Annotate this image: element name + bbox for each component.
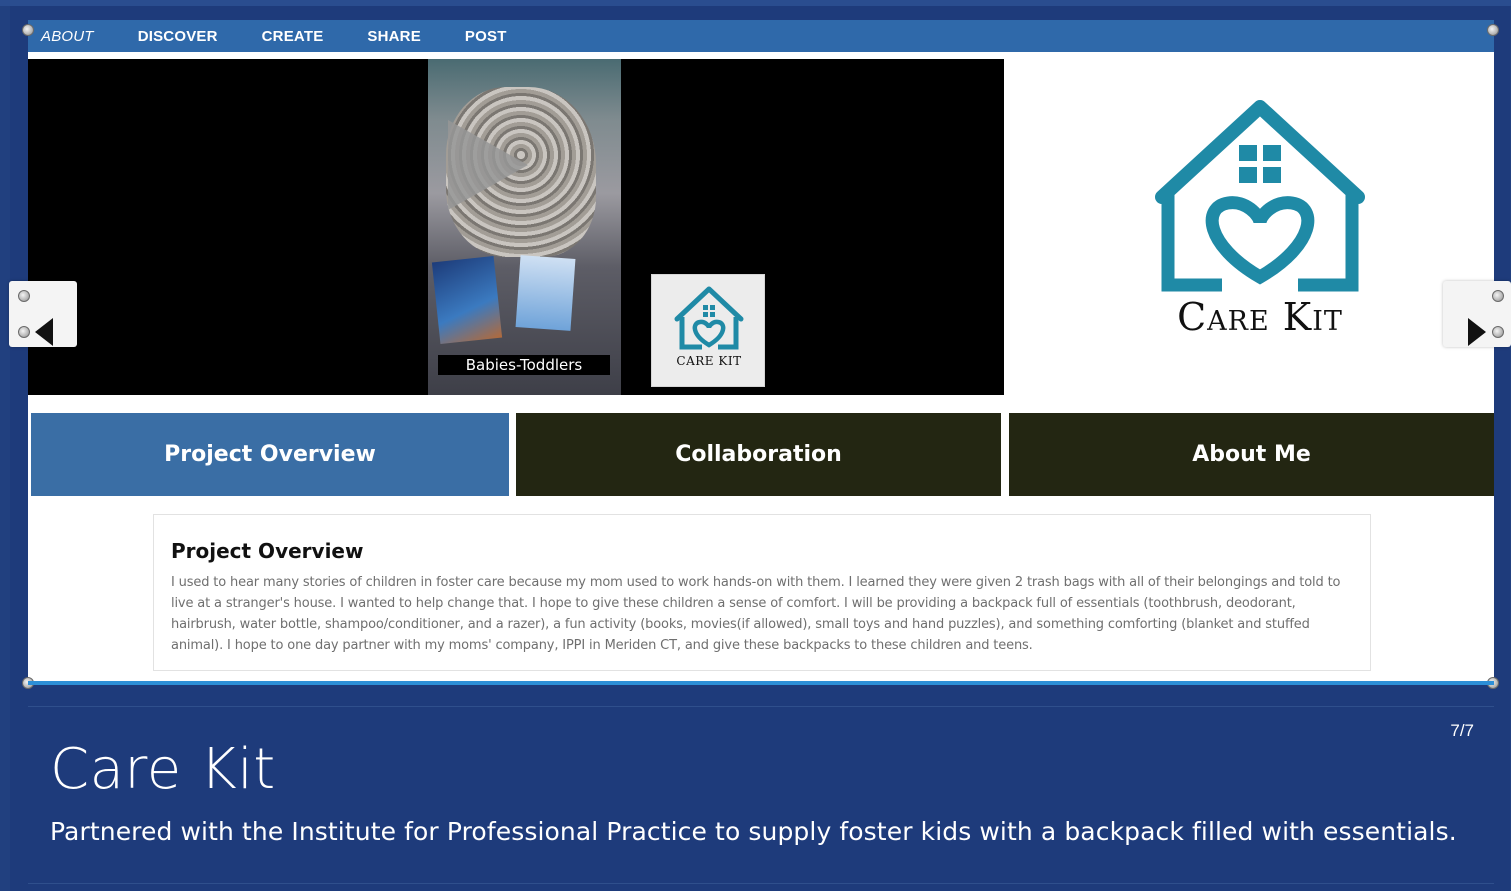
bolt-icon [18, 290, 30, 302]
overview-body: I used to hear many stories of children … [171, 575, 1341, 653]
project-subtitle: Partnered with the Institute for Profess… [50, 817, 1457, 846]
bolt-icon [1492, 290, 1504, 302]
chevron-right-icon [1468, 318, 1486, 346]
project-info-panel: 7/7 Care Kit Partnered with the Institut… [28, 706, 1494, 884]
video-player[interactable] [28, 59, 1004, 395]
video-logo-overlay: Care Kit [651, 274, 765, 387]
previous-button[interactable] [9, 281, 77, 347]
house-heart-icon [674, 286, 744, 350]
dvd-image [431, 255, 503, 345]
project-title: Care Kit [50, 737, 276, 802]
bolt-icon [1492, 326, 1504, 338]
overview-panel: Project Overview I used to hear many sto… [153, 514, 1371, 671]
slide-divider [28, 681, 1494, 685]
next-button[interactable] [1443, 281, 1511, 347]
logo-wordmark: Care Kit [1177, 295, 1343, 339]
bolt-icon [22, 24, 34, 36]
bolt-icon [18, 326, 30, 338]
video-thumbnail [428, 59, 621, 395]
nav-item-create[interactable]: CREATE [240, 28, 346, 45]
overview-heading: Project Overview [171, 539, 364, 563]
play-icon[interactable] [448, 120, 528, 210]
nav-item-discover[interactable]: DISCOVER [116, 28, 240, 45]
top-nav: ABOUT DISCOVER CREATE SHARE POST [28, 20, 1494, 52]
tab-collaboration[interactable]: Collaboration [516, 413, 1001, 496]
nav-item-about[interactable]: ABOUT [28, 28, 116, 45]
chevron-left-icon [35, 318, 53, 346]
slide-counter: 7/7 [1450, 721, 1474, 740]
nav-item-share[interactable]: SHARE [345, 28, 443, 45]
nav-item-post[interactable]: POST [443, 28, 529, 45]
tab-about-me[interactable]: About Me [1009, 413, 1494, 496]
care-kit-logo: Care Kit [1110, 95, 1410, 355]
video-caption: Babies-Toddlers [438, 355, 610, 375]
house-heart-icon [1155, 100, 1365, 292]
bolt-icon [1487, 24, 1499, 36]
book-image [515, 255, 576, 331]
logo-wordmark-small: Care Kit [676, 354, 742, 368]
tab-project-overview[interactable]: Project Overview [31, 413, 509, 496]
